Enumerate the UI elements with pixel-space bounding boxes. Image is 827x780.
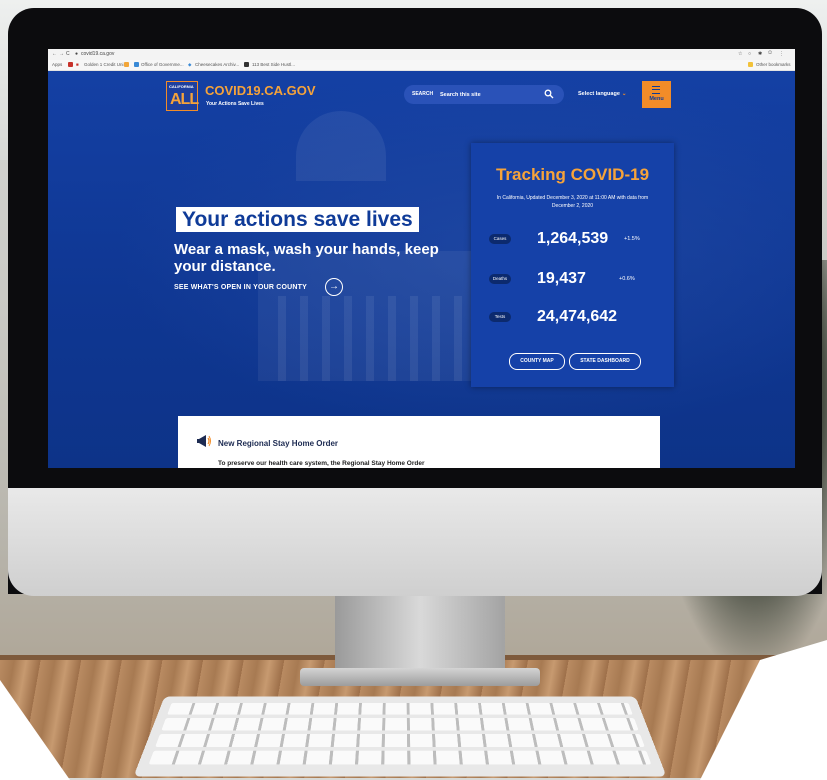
bookmark-golden1[interactable]: Golden 1 Credit Uni... [84, 62, 127, 67]
county-map-button[interactable]: COUNTY MAP [509, 353, 565, 370]
profile-icon[interactable]: ☺ [767, 50, 773, 56]
kebab-menu-icon[interactable]: ⋮ [779, 51, 784, 57]
monitor-stand [335, 594, 505, 674]
language-label: Select language [578, 91, 620, 97]
forward-icon[interactable]: → [59, 51, 64, 57]
folder-icon [748, 62, 753, 67]
website: CALIFORNIA ALL COVID19.CA.GOV Your Actio… [48, 71, 795, 468]
search-label: SEARCH [412, 91, 434, 97]
puzzle-icon[interactable]: ✱ [758, 51, 762, 57]
arrow-right-icon[interactable]: → [325, 278, 343, 296]
bookmark-side-hustles[interactable]: 113 Best Side Hustl... [252, 62, 295, 67]
lock-icon: ● [75, 51, 79, 57]
extension-icon[interactable]: ○ [748, 51, 751, 57]
hero-subtitle: Wear a mask, wash your hands, keep your … [174, 241, 439, 275]
stat-row-tests: Tests 24,474,642 [489, 308, 669, 328]
megaphone-icon [197, 435, 211, 447]
stat-label: Tests [489, 312, 511, 322]
language-select[interactable]: Select language ⌄ [578, 91, 627, 97]
stat-row-deaths: Deaths 19,437 +0.6% [489, 270, 669, 290]
stat-change: +0.6% [619, 276, 635, 282]
hero-title: Your actions save lives [176, 207, 419, 232]
address-bar[interactable]: covid19.ca.gov [81, 51, 114, 57]
bookmark-icon [124, 62, 129, 67]
bookmark-icon: ◆ [188, 62, 192, 67]
stat-label: Deaths [489, 274, 511, 284]
bookmark-icon: ■ [76, 62, 79, 67]
bookmark-icon [68, 62, 73, 67]
alert-text: To preserve our health care system, the … [218, 460, 425, 467]
other-bookmarks[interactable]: Other bookmarks [756, 62, 791, 67]
bookmark-icon [134, 62, 139, 67]
bookmark-cheesecakes[interactable]: Cheesecakes Archiv... [195, 62, 239, 67]
reload-icon[interactable]: C [66, 51, 70, 57]
monitor-stand-base [300, 668, 540, 686]
hamburger-icon [652, 86, 660, 94]
stat-change: +1.5% [624, 236, 640, 242]
capitol-columns-photo [278, 296, 498, 381]
alert-title[interactable]: New Regional Stay Home Order [218, 439, 338, 448]
site-tagline: Your Actions Save Lives [206, 101, 264, 107]
search-icon[interactable] [544, 89, 554, 99]
california-all-logo[interactable]: CALIFORNIA ALL [166, 81, 199, 111]
back-icon[interactable]: ← [52, 51, 57, 57]
bookmark-apps[interactable]: Apps [52, 62, 62, 67]
bookmarks-bar: Apps ■ Golden 1 Credit Uni... Office of … [48, 60, 795, 71]
chevron-down-icon: ⌄ [621, 91, 627, 97]
tracking-updated-text: In California, Updated December 3, 2020 … [496, 195, 649, 209]
stat-row-cases: Cases 1,264,539 +1.5% [489, 230, 669, 250]
stay-home-alert: New Regional Stay Home Order To preserve… [178, 416, 660, 468]
logo-small-text: CALIFORNIA [169, 84, 194, 89]
capitol-dome-photo [296, 111, 386, 181]
tracking-title: Tracking COVID-19 [495, 165, 650, 184]
bookmark-icon [244, 62, 249, 67]
stat-value: 19,437 [537, 270, 586, 287]
keyboard [133, 696, 667, 777]
stat-value: 1,264,539 [537, 230, 609, 247]
monitor-chin [8, 488, 822, 596]
bookmark-governor[interactable]: Office of Governme... [141, 62, 184, 67]
state-dashboard-button[interactable]: STATE DASHBOARD [569, 353, 641, 370]
site-title[interactable]: COVID19.CA.GOV [205, 83, 316, 98]
monitor-screen: ← → C ● covid19.ca.gov ☆ ○ ✱ ☺ ⋮ Apps ■ … [48, 49, 795, 468]
logo-big-text: ALL [170, 91, 199, 108]
search-input[interactable] [440, 89, 530, 100]
tracking-panel: Tracking COVID-19 In California, Updated… [471, 143, 674, 387]
star-icon[interactable]: ☆ [738, 51, 742, 57]
menu-button[interactable]: Menu [642, 81, 671, 108]
search-bar: SEARCH [404, 85, 564, 104]
stat-value: 24,474,642 [537, 308, 618, 325]
county-open-link[interactable]: SEE WHAT'S OPEN IN YOUR COUNTY [174, 284, 307, 291]
stat-label: Cases [489, 234, 511, 244]
menu-label: Menu [649, 96, 664, 102]
